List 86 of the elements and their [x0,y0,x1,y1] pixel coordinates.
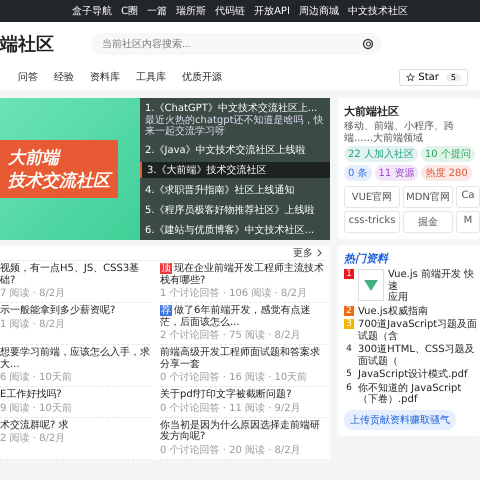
material-link-continued[interactable]: 应用 [388,292,480,304]
hot-materials-title: 热门资料 [344,251,390,266]
banner-list-item[interactable]: 3.《大前端》技术交流社区 [140,162,330,178]
banner-list-item[interactable]: 1.《ChatGPT》中文技术交流社区上... 最近火热的chatgpt还不知道是啥吗，快来一起交流学习呀 [140,100,330,138]
question-meta: 6 阅读 · 10天前 [0,370,73,384]
nav-link[interactable]: 工具库 [136,70,166,84]
star-icon [406,72,416,82]
stat-tag: 22 人加入社区 [344,146,418,162]
upload-button[interactable]: 上传贡献资料赚取骚气 [344,410,456,430]
question-meta: 0 个讨论回答 · 20 阅读 · 8/2月 [160,444,302,456]
banner-list-item[interactable]: 5.《程序员极客好物推荐社区》上线啦 [140,202,330,218]
banner-item-description: 最近火热的chatgpt还不知道是啥吗，快来一起交流学习呀 [145,115,325,137]
banner-item-title: 4.《求职晋升指南》社区上线通知 [145,184,296,197]
stat-tag: 热度 280 [421,165,472,181]
material-link[interactable]: Vue.js权威指南 [358,306,428,317]
question-title[interactable]: 术交流群呢? 求 [0,420,150,431]
question-title[interactable]: 视频，有一点H5、JS、CSS3基础? [0,263,150,286]
question-meta: 0 个讨论回答 · 16 阅读 · 10天前 [160,370,308,384]
top-nav-link[interactable]: C圈 [121,4,138,18]
top-nav-link[interactable]: 代码链 [215,4,246,18]
banner-list-item[interactable]: 6.《建站与优质博客》中文技术社区... [140,222,330,238]
question-title[interactable]: E工作好找吗? [0,389,150,400]
top-nav-link[interactable]: 瑞所斯 [176,4,206,18]
top-nav-link[interactable]: 开放API [254,4,290,18]
material-link[interactable]: 你不知道的 JavaScript（下卷）.pdf [358,382,480,406]
question-meta: 2 阅读 · 8/2月 [0,432,66,445]
search-field[interactable]: 当前社区内容搜索... [100,38,362,50]
question-title[interactable]: 前端高级开发工程师面试题和答案求分享一套 [160,347,326,370]
star-label: Star [418,72,439,82]
question-meta: 7 阅读 · 8/2月 [0,286,66,300]
community-name: 大前端社区 [344,104,400,119]
rank-badge: 1 [344,269,354,279]
material-link[interactable]: Vue.js 前端开发 快速 [388,269,480,292]
community-description: 移动、前端、小程序、跨端......大前端领域 [344,121,455,144]
material-link[interactable]: JavaScript设计模式.pdf [358,369,468,380]
chevron-right-icon[interactable] [317,249,322,257]
rank-number: 5 [345,369,353,379]
top-nav-link[interactable]: 一篇 [147,4,168,18]
site-link-button[interactable]: 掘金 [403,211,453,233]
banner-list-item[interactable]: 4.《求职晋升指南》社区上线通知 [140,182,330,198]
top-nav-link[interactable]: 周边商城 [298,4,339,18]
rank-badge: 2 [344,306,354,316]
question-title[interactable]: 顶 现在企业前端开发工程师主流技术栈有哪些? [160,263,326,286]
more-link[interactable]: 更多 [293,246,313,260]
site-link-button[interactable]: css-tricks [344,211,400,233]
top-nav-link[interactable]: 盒子导航 [72,4,112,18]
site-link-button[interactable]: M [456,211,480,233]
banner-list-item[interactable]: 2.《Java》中文技术交流社区上线啦 [140,142,330,158]
question-title[interactable]: 你当初是因为什么原因选择走前端研发方向呢? [160,420,326,442]
stat-tag: 10 个提问 [420,146,475,162]
question-meta: 2 个讨论回答 · 75 阅读 · 8/2月 [160,328,302,342]
question-meta: 1 阅读 · 8/2月 [0,318,66,330]
material-link[interactable]: 700道JavaScript习题及面试题（含 [358,319,480,342]
top-nav-link[interactable]: 中文技术社区 [348,4,408,18]
banner-item-title: 2.《Java》中文技术交流社区上线啦 [145,144,307,157]
question-tag: 顶 [160,263,172,274]
banner-item-title: 1.《ChatGPT》中文技术交流社区上... [145,102,318,114]
nav-link[interactable]: 问答 [18,70,38,84]
banner-item-title: 3.《大前端》技术交流社区 [147,164,268,177]
search-icon[interactable] [362,38,374,50]
question-meta: 9 阅读 · 10天前 [0,402,73,414]
question-meta: 0 个讨论回答 · 11 阅读 · 9/2月 [160,402,302,414]
question-tag: 荐 [160,305,172,316]
question-title[interactable]: 荐 做了6年前端开发，感觉有点迷茫，后面该怎么... [160,305,326,328]
site-link-button[interactable]: Ca [456,186,480,208]
rank-number: 6 [345,382,353,392]
star-button[interactable]: Star 5 [399,68,468,86]
nav-link[interactable]: 资料库 [90,70,120,84]
nav-link[interactable]: 优质开源 [182,70,222,84]
material-link[interactable]: 300道HTML、CSS习题及面试题（ [358,344,480,367]
banner-title: 大前端 [8,147,59,169]
banner-item-title: 6.《建站与优质博客》中文技术社区... [145,224,316,237]
question-meta: 1 个讨论回答 · 106 阅读 · 8/2月 [160,286,308,300]
site-link-button[interactable]: MDN官网 [403,186,453,208]
question-title[interactable]: 想要学习前端，应该怎么入手，求大... [0,347,150,370]
question-title[interactable]: 关于pdf打印文字被截断问题? [160,389,326,400]
question-title[interactable]: 示一般能拿到多少薪资呢? [0,305,150,316]
stat-tag: 0 条 [344,165,372,181]
star-count: 5 [446,72,461,82]
rank-badge: 3 [344,319,354,329]
search-bar[interactable]: 当前社区内容搜索... [92,33,382,55]
rank-number: 4 [345,344,353,354]
site-link-button[interactable]: VUE官网 [344,186,400,208]
stat-tag: 11 资源 [374,165,418,181]
nav-link[interactable]: 经验 [54,70,74,84]
banner-item-title: 5.《程序员极客好物推荐社区》上线啦 [145,204,316,217]
